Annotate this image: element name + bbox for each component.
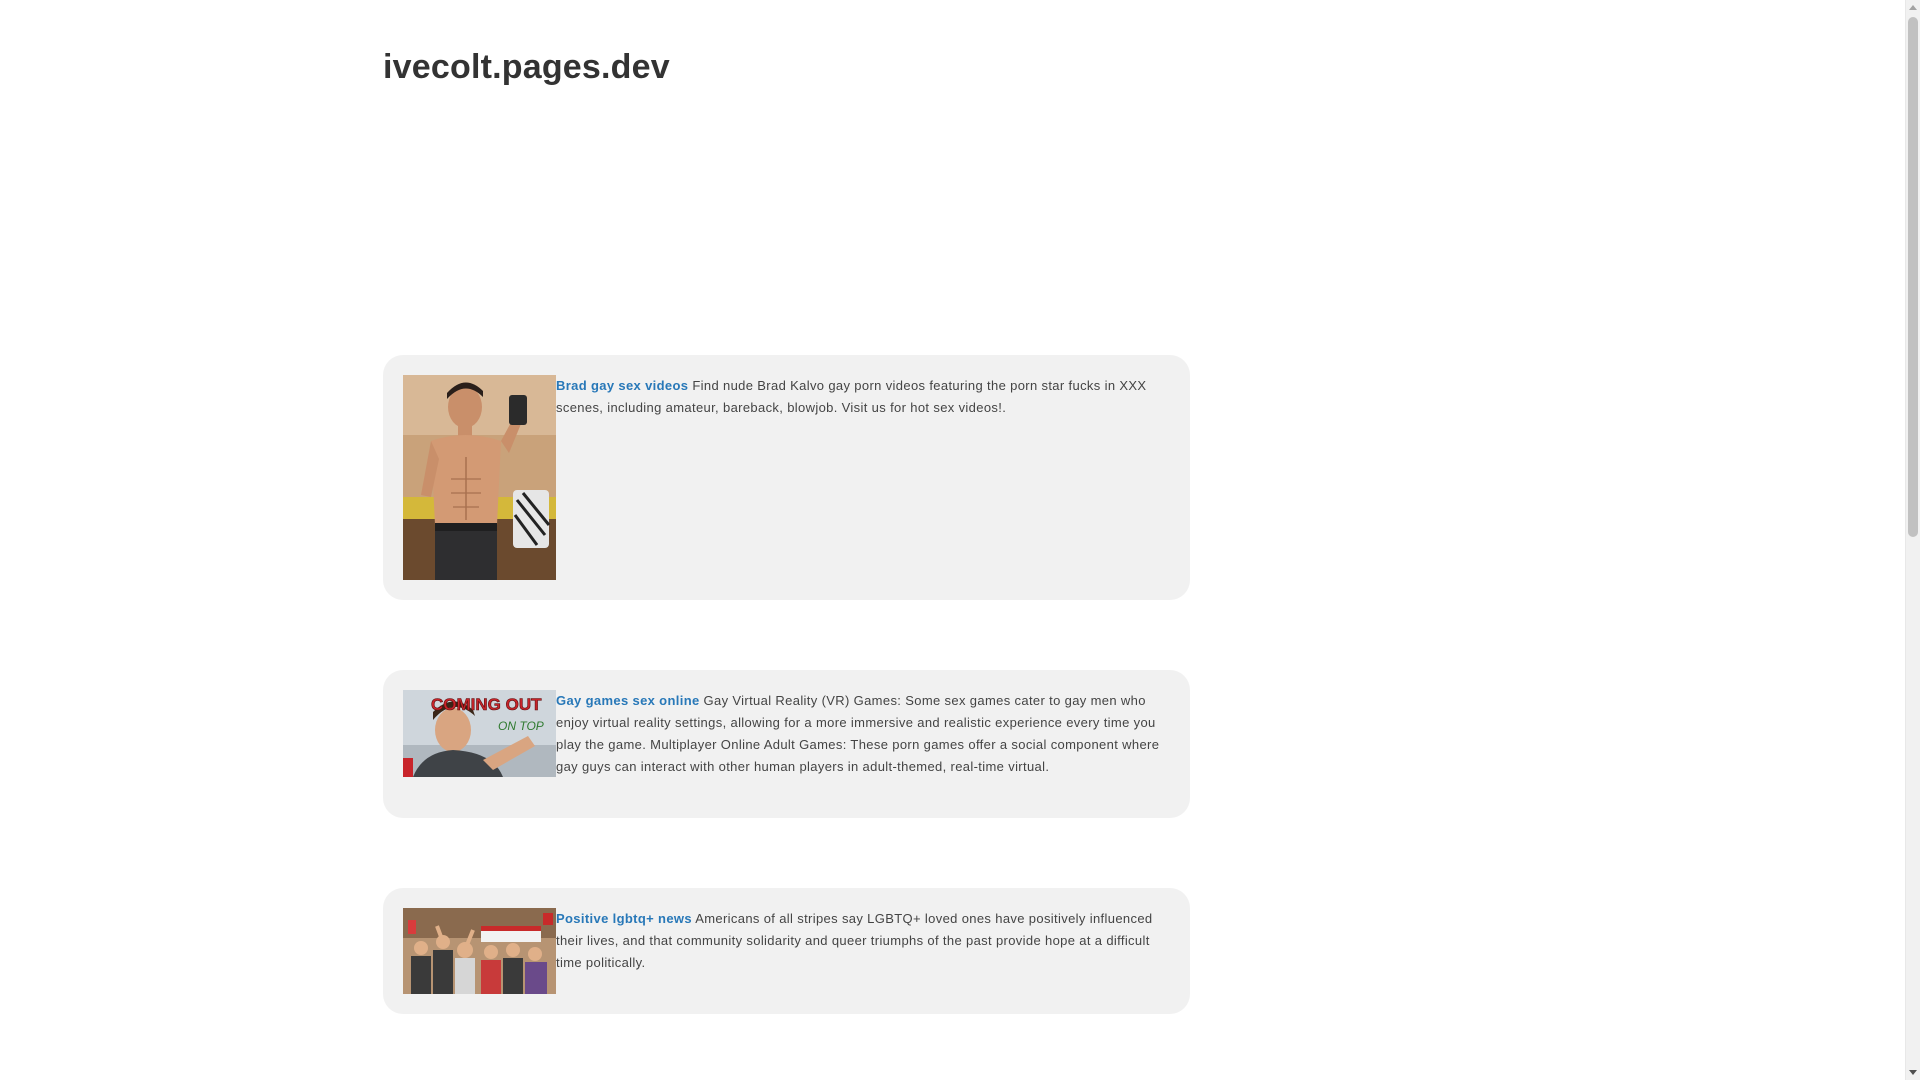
article-text: Brad gay sex videos Find nude Brad Kalvo… xyxy=(556,375,1171,419)
article-thumbnail[interactable]: COMING OUT ON TOP xyxy=(403,690,556,777)
scroll-up-arrow-icon[interactable] xyxy=(1909,5,1917,10)
scrollbar-thumb[interactable] xyxy=(1908,17,1918,537)
crowd-photo-image xyxy=(403,908,556,994)
scroll-down-arrow-icon[interactable] xyxy=(1909,1070,1917,1075)
game-title-text: COMING OUT xyxy=(431,695,542,714)
article-text: Positive lgbtq+ news Americans of all st… xyxy=(556,908,1171,974)
vertical-scrollbar[interactable] xyxy=(1905,0,1920,1080)
article-card: COMING OUT ON TOP Gay games sex online G… xyxy=(383,670,1190,818)
article-card: Positive lgbtq+ news Americans of all st… xyxy=(383,888,1190,1014)
article-thumbnail[interactable] xyxy=(403,375,556,580)
article-text: Gay games sex online Gay Virtual Reality… xyxy=(556,690,1171,778)
article-thumbnail[interactable] xyxy=(403,908,556,994)
selfie-photo-image xyxy=(403,375,556,580)
article-link[interactable]: Brad gay sex videos xyxy=(556,378,688,393)
article-card: Brad gay sex videos Find nude Brad Kalvo… xyxy=(383,355,1190,600)
site-title[interactable]: ivecolt.pages.dev xyxy=(383,48,670,87)
game-subtitle-text: ON TOP xyxy=(498,719,544,733)
article-link[interactable]: Positive lgbtq+ news xyxy=(556,911,692,926)
page: ivecolt.pages.dev Brad gay sex videos Fi… xyxy=(0,0,1905,1080)
game-cover-image: COMING OUT ON TOP xyxy=(403,690,556,777)
article-link[interactable]: Gay games sex online xyxy=(556,693,700,708)
